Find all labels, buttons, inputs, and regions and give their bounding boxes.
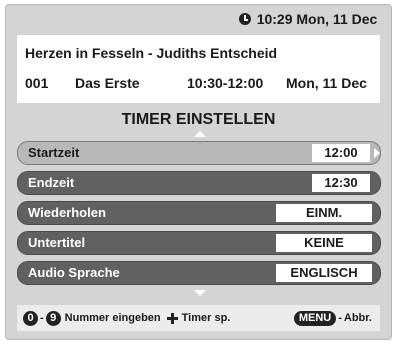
setting-label: Wiederholen xyxy=(28,205,106,220)
setting-label: Endzeit xyxy=(28,175,75,190)
setting-label: Untertitel xyxy=(28,235,86,250)
clock-time: 10:29 Mon, 11 Dec xyxy=(256,11,378,27)
key-nine-icon: 9 xyxy=(45,310,61,326)
key-zero-icon: 0 xyxy=(23,310,38,326)
channel-number: 001 xyxy=(25,75,49,91)
dpad-icon xyxy=(166,312,178,324)
menu-key-icon: MENU xyxy=(293,310,337,326)
setting-value[interactable]: 12:00 xyxy=(312,144,370,162)
timer-screen: 10:29 Mon, 11 Dec Herzen in Fesseln - Ju… xyxy=(5,4,392,340)
section-title: TIMER EINSTELLEN xyxy=(121,111,276,128)
setting-value[interactable]: EINM. xyxy=(276,204,372,222)
setting-label: Startzeit xyxy=(28,145,80,160)
key-range-dash: - xyxy=(40,312,44,324)
setting-value[interactable]: KEINE xyxy=(276,234,372,252)
program-date: Mon, 11 Dec xyxy=(286,75,367,91)
arrow-right-icon[interactable] xyxy=(374,148,380,158)
program-info-panel: Herzen in Fesseln - Judiths Entscheid 00… xyxy=(17,35,380,103)
program-title: Herzen in Fesseln - Judiths Entscheid xyxy=(25,45,278,61)
setting-row-wiederholen[interactable]: Wiederholen EINM. xyxy=(17,201,381,225)
setting-row-endzeit[interactable]: Endzeit 12:30 xyxy=(17,171,381,195)
save-timer-hint: Timer sp. xyxy=(181,312,231,324)
menu-dash: - xyxy=(338,312,342,324)
scroll-up-arrow-icon xyxy=(194,131,206,137)
setting-value[interactable]: 12:30 xyxy=(312,174,370,192)
clock-bar: 10:29 Mon, 11 Dec xyxy=(226,7,390,31)
number-entry-hint: Nummer eingeben xyxy=(64,312,161,324)
setting-value[interactable]: ENGLISCH xyxy=(276,264,372,282)
setting-row-startzeit[interactable]: Startzeit 12:00 xyxy=(17,141,381,165)
footer-help-bar: 0 - 9 Nummer eingeben Timer sp. MENU - A… xyxy=(17,305,380,331)
setting-label: Audio Sprache xyxy=(28,265,120,280)
channel-name: Das Erste xyxy=(75,75,140,91)
cancel-hint: Abbr. xyxy=(343,312,372,324)
setting-row-untertitel[interactable]: Untertitel KEINE xyxy=(17,231,381,255)
setting-row-audio-sprache[interactable]: Audio Sprache ENGLISCH xyxy=(17,261,381,285)
clock-icon xyxy=(238,13,251,25)
program-time-range: 10:30-12:00 xyxy=(187,75,264,91)
scroll-down-arrow-icon xyxy=(194,290,206,296)
